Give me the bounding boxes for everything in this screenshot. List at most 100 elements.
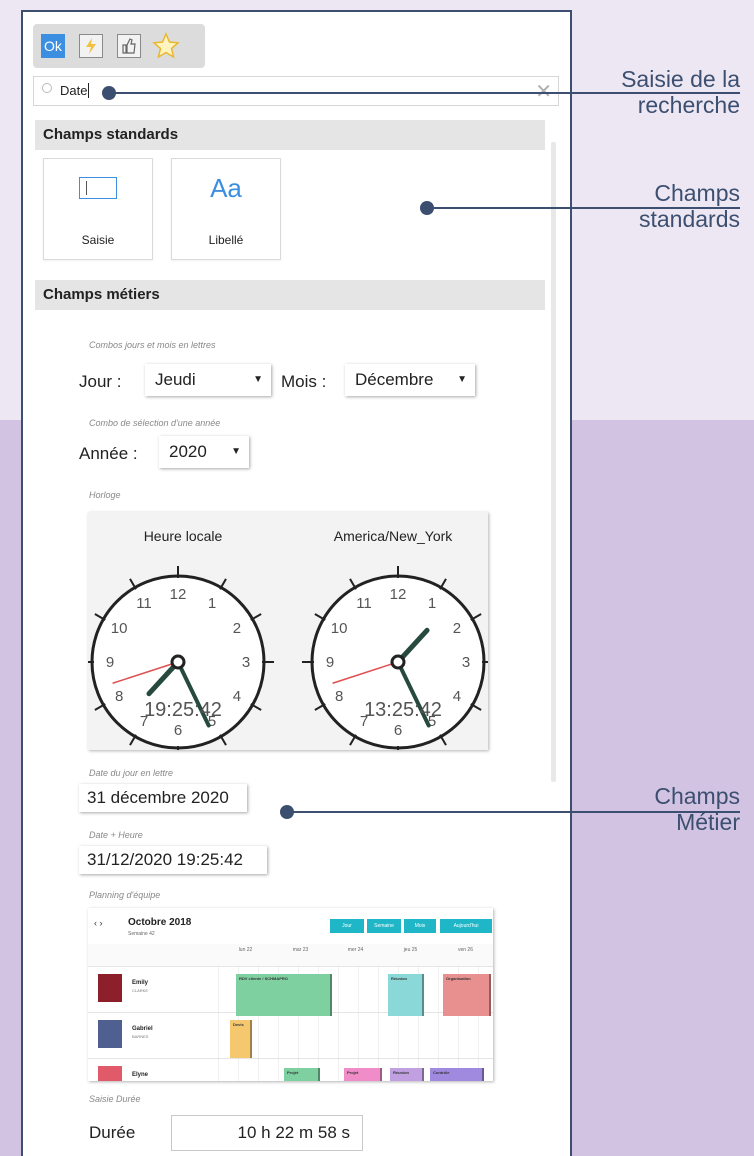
clock-number: 12 <box>390 586 407 603</box>
planning-grid-line <box>218 966 219 1081</box>
standard-field-libelle[interactable]: Aa Libellé <box>171 158 281 260</box>
clock-local-digital-time: 19:25:42 <box>144 699 222 721</box>
callout-dot <box>102 86 116 100</box>
planning-grid: lun 22 mar 23 mer 24 jeu 25 ven 26 Emily CLARK… <box>88 944 493 1081</box>
date-time-field[interactable]: 31/12/2020 19:25:42 <box>79 846 267 874</box>
callout-line-2: standards <box>638 206 740 232</box>
planning-month: Octobre 2018 <box>128 917 192 928</box>
day-label: Jour : <box>79 372 122 391</box>
caption: Combos jours et mois en lettres <box>89 340 216 350</box>
standard-field-saisie[interactable]: Saisie <box>43 158 153 260</box>
planning-event: Contrôle <box>430 1068 484 1081</box>
clock-number: 1 <box>208 595 216 612</box>
tab-today[interactable]: Aujourd'hui <box>440 919 492 933</box>
clock-number: 12 <box>170 586 187 603</box>
clock-newyork-digital-time: 13:25:42 <box>364 699 442 721</box>
clock-number: 6 <box>174 722 182 739</box>
star-icon[interactable] <box>151 31 181 61</box>
ok-button[interactable]: Ok <box>41 34 65 58</box>
year-select[interactable]: 2020 ▼ <box>159 436 249 468</box>
callout-line-2: recherche <box>637 92 740 118</box>
month-select[interactable]: Décembre ▼ <box>345 364 475 396</box>
day-select[interactable]: Jeudi ▼ <box>145 364 271 396</box>
planning-day-label: mar 23 <box>292 947 309 953</box>
person-sub: BARNES <box>132 1034 149 1039</box>
clock-number: 2 <box>453 620 461 637</box>
clock-number: 11 <box>136 595 152 612</box>
caption: Saisie Durée <box>89 1094 141 1104</box>
thumb-up-icon[interactable] <box>117 34 141 58</box>
callout-connector <box>426 207 740 209</box>
field-picker-panel: Ok Date ✕ Champs standards Saisie Aa Lib… <box>21 10 572 1156</box>
section-standard-fields: Champs standards <box>35 120 545 150</box>
avatar <box>98 974 122 1002</box>
clock-center <box>390 654 406 670</box>
clock-widget: Heure locale America/New_York 12 1 2 3 4 5 6 7 8… <box>88 512 488 750</box>
clock-number: 11 <box>356 595 372 612</box>
person-sub: CLARKE <box>132 988 149 993</box>
callout-dot <box>420 201 434 215</box>
callout-business: Champs Métier <box>560 783 740 835</box>
planning-event: Projet <box>284 1068 320 1081</box>
tab-week[interactable]: Semaine <box>367 919 401 933</box>
planning-grid-line <box>358 966 359 1081</box>
clock-number: 4 <box>233 688 241 705</box>
avatar <box>98 1020 122 1048</box>
day-select-value: Jeudi <box>155 370 196 389</box>
scrollbar[interactable] <box>551 142 556 782</box>
year-select-value: 2020 <box>169 442 207 461</box>
planning-day-label: ven 26 <box>457 947 473 953</box>
callout-standard: Champs standards <box>560 180 740 232</box>
planning-row-line <box>88 1058 493 1059</box>
chevron-down-icon: ▼ <box>231 446 241 457</box>
callout-line-1: Champs <box>654 783 740 809</box>
clock-number: 4 <box>453 688 461 705</box>
chevron-down-icon: ▼ <box>253 374 263 385</box>
duration-field[interactable]: 10 h 22 m 58 s <box>171 1115 363 1151</box>
clock-number: 9 <box>326 654 334 671</box>
team-planning[interactable]: ‹ › Octobre 2018 Semaine 42 Jour Semaine… <box>88 908 493 1081</box>
close-icon[interactable]: ✕ <box>535 80 552 102</box>
clock-center <box>170 654 186 670</box>
caption: Horloge <box>89 490 121 500</box>
planning-event: Organisation <box>443 974 491 1016</box>
callout-dot <box>280 805 294 819</box>
person-name: Elyne <box>132 1072 149 1078</box>
chevron-down-icon: ▼ <box>457 374 467 385</box>
planning-grid-line <box>438 966 439 1081</box>
planning-grid-line <box>338 966 339 1081</box>
search-icon <box>42 83 52 93</box>
clock-number: 3 <box>242 654 250 671</box>
planning-day-label: jeu 25 <box>403 947 418 953</box>
tab-month[interactable]: Mois <box>404 919 436 933</box>
clock-number: 3 <box>462 654 470 671</box>
planning-grid-line <box>378 966 379 1081</box>
clock-number: 6 <box>394 722 402 739</box>
callout-line-1: Champs <box>654 180 740 206</box>
clock-number: 1 <box>428 595 436 612</box>
avatar <box>98 1066 122 1081</box>
date-letters-field[interactable]: 31 décembre 2020 <box>79 784 247 812</box>
caption: Date du jour en lettre <box>89 768 174 778</box>
callout-connector <box>286 811 740 813</box>
tab-day[interactable]: Jour <box>330 919 364 933</box>
input-field-icon <box>79 177 117 199</box>
planning-nav[interactable]: ‹ › <box>94 918 103 928</box>
year-label: Année : <box>79 444 138 463</box>
callout-line-1: Saisie de la <box>621 66 740 92</box>
card-label: Saisie <box>81 233 115 247</box>
clock-number: 2 <box>233 620 241 637</box>
planning-event: RDV cliente / SCHMAPRO <box>236 974 332 1016</box>
callout-connector <box>108 92 740 94</box>
section-business-fields: Champs métiers <box>35 280 545 310</box>
planning-week: Semaine 42 <box>128 931 155 937</box>
clock-number: 9 <box>106 654 114 671</box>
planning-row-line <box>88 966 493 967</box>
lightning-icon[interactable] <box>79 34 103 58</box>
clock-number: 8 <box>335 688 343 705</box>
planning-event: Projet <box>344 1068 382 1081</box>
clock-faces: 12123456789101119:25:4212123456789101113… <box>88 566 488 750</box>
search-input[interactable]: Date <box>60 83 90 98</box>
card-label: Libellé <box>208 233 244 247</box>
planning-day-label: mer 24 <box>347 947 364 953</box>
